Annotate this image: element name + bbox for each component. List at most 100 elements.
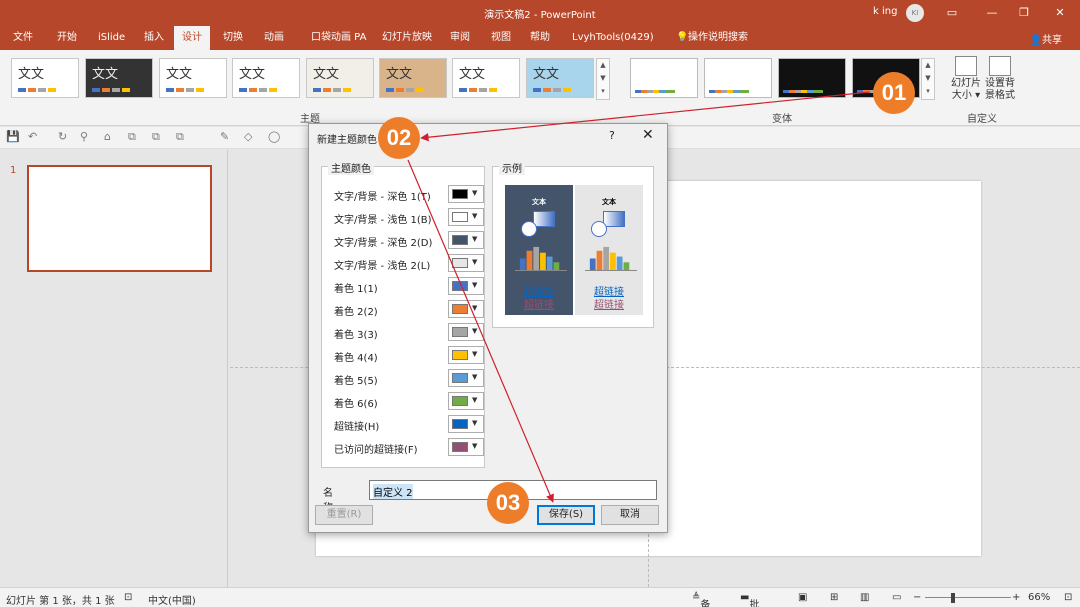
color-picker-button[interactable]: ▼ <box>448 438 484 456</box>
close-icon[interactable]: ✕ <box>642 127 654 143</box>
normal-view-icon[interactable]: ▣ <box>798 592 807 603</box>
tab-islide[interactable]: iSlide <box>90 26 133 50</box>
theme-thumbnail[interactable]: 文文 <box>526 58 594 98</box>
language-indicator[interactable]: 中文(中国) <box>148 592 196 607</box>
variant-thumbnail[interactable] <box>778 58 846 98</box>
toolbar-icon[interactable]: ◇ <box>244 130 252 143</box>
fit-to-window-icon[interactable]: ⊡ <box>1064 592 1072 603</box>
scroll-up-icon[interactable]: ▲ <box>922 59 934 72</box>
toolbar-icon[interactable]: ⌂ <box>104 130 111 143</box>
zoom-out-icon[interactable]: − <box>913 592 921 603</box>
reset-button[interactable]: 重置(R) <box>315 505 373 525</box>
tab-view[interactable]: 视图 <box>483 26 519 50</box>
color-picker-button[interactable]: ▼ <box>448 254 484 272</box>
color-picker-button[interactable]: ▼ <box>448 231 484 249</box>
tab-lvyhtools[interactable]: LvyhTools(0429) <box>564 26 662 50</box>
sample-bar-chart <box>585 246 637 271</box>
tab-animations[interactable]: 动画 <box>256 26 292 50</box>
reading-view-icon[interactable]: ▥ <box>860 592 869 603</box>
tab-home[interactable]: 开始 <box>49 26 85 50</box>
sample-label: 示例 <box>499 160 525 175</box>
slide-sorter-icon[interactable]: ⊞ <box>830 592 838 603</box>
minimize-icon[interactable]: — <box>982 3 1002 23</box>
zoom-slider-thumb[interactable] <box>951 593 955 603</box>
slide-size-button[interactable]: 幻灯片 大小 ▾ <box>950 56 982 102</box>
cancel-button[interactable]: 取消 <box>601 505 659 525</box>
color-row-label: 着色 6(6) <box>334 399 378 410</box>
theme-thumbnail[interactable]: 文文 <box>379 58 447 98</box>
tab-review[interactable]: 审阅 <box>442 26 478 50</box>
theme-gallery-scroll[interactable]: ▲ ▼ ▾ <box>596 58 610 100</box>
toolbar-icon[interactable]: ⚲ <box>80 130 88 143</box>
tab-file[interactable]: 文件 <box>5 26 41 50</box>
theme-thumbnail[interactable]: 文文 <box>452 58 520 98</box>
variant-thumbnail[interactable] <box>704 58 772 98</box>
step-callout-01: 01 <box>873 72 915 114</box>
color-row: 着色 1(1) ▼ <box>334 277 484 295</box>
tab-pocket-animation[interactable]: 口袋动画 PA <box>303 26 374 50</box>
zoom-slider[interactable] <box>925 597 1011 598</box>
color-picker-button[interactable]: ▼ <box>448 300 484 318</box>
color-row-label: 文字/背景 - 深色 1(T) <box>334 192 431 203</box>
toolbar-icon[interactable]: ⧉ <box>176 130 184 144</box>
slideshow-icon[interactable]: ▭ <box>892 592 901 603</box>
color-row: 文字/背景 - 浅色 2(L) ▼ <box>334 254 484 272</box>
variant-thumbnail[interactable] <box>630 58 698 98</box>
theme-color-dots <box>92 88 132 92</box>
toolbar-icon[interactable]: ⧉ <box>128 130 136 144</box>
accessibility-icon[interactable]: ⊡ <box>124 592 132 603</box>
more-icon[interactable]: ▾ <box>597 85 609 98</box>
save-icon[interactable]: 💾 <box>6 130 20 143</box>
notes-button[interactable]: ≜ 备注 <box>692 592 710 607</box>
theme-color-dots <box>18 88 58 92</box>
scroll-down-icon[interactable]: ▼ <box>597 72 609 85</box>
color-swatch <box>452 419 468 429</box>
help-icon[interactable]: ? <box>609 129 615 142</box>
tell-me-search[interactable]: 操作说明搜索 <box>680 26 756 50</box>
slide-thumbnail[interactable] <box>27 165 212 272</box>
color-row-label: 文字/背景 - 浅色 2(L) <box>334 261 431 272</box>
toolbar-icon[interactable]: ⧉ <box>152 130 160 144</box>
color-picker-button[interactable]: ▼ <box>448 369 484 387</box>
theme-thumbnail[interactable]: 文文 <box>232 58 300 98</box>
zoom-in-icon[interactable]: + <box>1012 592 1020 603</box>
sample-circle <box>521 221 537 237</box>
theme-thumbnail[interactable]: 文文 <box>11 58 79 98</box>
toolbar-icon[interactable]: ◯ <box>268 130 280 143</box>
color-row-label: 已访问的超链接(F) <box>334 445 418 456</box>
avatar[interactable]: KI <box>906 4 924 22</box>
toolbar-icon[interactable]: ✎ <box>220 130 229 143</box>
ribbon-display-icon[interactable]: ▭ <box>942 3 962 23</box>
user-name[interactable]: k ing <box>873 6 897 17</box>
color-swatch <box>452 189 468 199</box>
tab-insert[interactable]: 插入 <box>136 26 172 50</box>
color-picker-button[interactable]: ▼ <box>448 185 484 203</box>
theme-thumbnail[interactable]: 文文 <box>159 58 227 98</box>
format-background-button[interactable]: 设置背 景格式 <box>984 56 1016 102</box>
redo-icon[interactable]: ↻ <box>58 130 67 143</box>
color-picker-button[interactable]: ▼ <box>448 323 484 341</box>
color-picker-button[interactable]: ▼ <box>448 208 484 226</box>
dropdown-arrow-icon: ▼ <box>472 212 478 220</box>
color-picker-button[interactable]: ▼ <box>448 392 484 410</box>
tab-help[interactable]: 帮助 <box>522 26 558 50</box>
scroll-down-icon[interactable]: ▼ <box>922 72 934 85</box>
color-picker-button[interactable]: ▼ <box>448 277 484 295</box>
maximize-icon[interactable]: ❐ <box>1014 3 1034 23</box>
theme-thumbnail[interactable]: 文文 <box>306 58 374 98</box>
save-button[interactable]: 保存(S) <box>537 505 595 525</box>
color-picker-button[interactable]: ▼ <box>448 415 484 433</box>
variant-gallery-scroll[interactable]: ▲ ▼ ▾ <box>921 58 935 100</box>
color-picker-button[interactable]: ▼ <box>448 346 484 364</box>
undo-icon[interactable]: ↶ <box>28 130 37 143</box>
theme-thumbnail[interactable]: 文文 <box>85 58 153 98</box>
tab-slideshow[interactable]: 幻灯片放映 <box>374 26 440 50</box>
share-button[interactable]: 👤共享 <box>1030 31 1062 46</box>
window-close-icon[interactable]: ✕ <box>1050 3 1070 23</box>
zoom-level[interactable]: 66% <box>1028 592 1050 603</box>
tab-transitions[interactable]: 切换 <box>215 26 251 50</box>
tab-design[interactable]: 设计 <box>174 26 210 50</box>
comments-button[interactable]: ▬ 批注 <box>740 592 759 607</box>
scroll-up-icon[interactable]: ▲ <box>597 59 609 72</box>
more-icon[interactable]: ▾ <box>922 85 934 98</box>
